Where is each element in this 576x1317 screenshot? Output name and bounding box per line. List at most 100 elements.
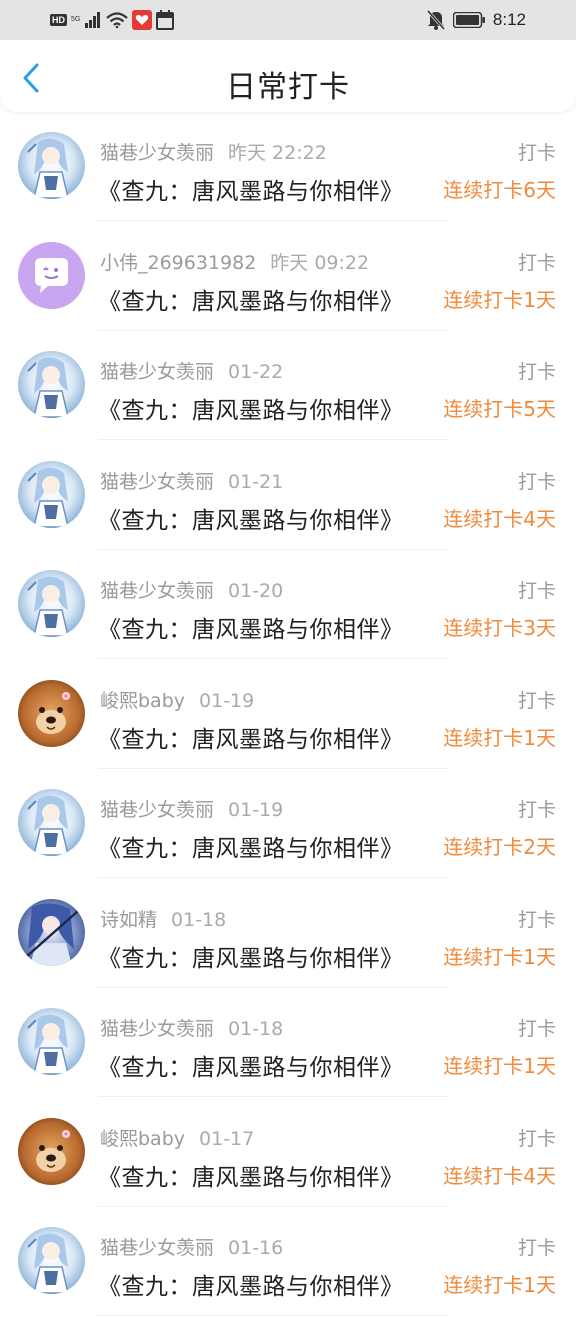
username[interactable]: 峻熙baby (100, 1128, 185, 1150)
avatar[interactable] (18, 789, 85, 856)
user-meta: 猫巷少女羡丽 01-20 (100, 576, 283, 603)
user-meta: 峻熙baby 01-17 (100, 1124, 254, 1151)
username[interactable]: 猫巷少女羡丽 (100, 1237, 214, 1259)
avatar[interactable] (18, 679, 85, 747)
book-title[interactable]: 《查九：唐风墨路与你相伴》 (98, 720, 404, 754)
checkin-row[interactable]: 小伟_269631982 昨天 09:22 打卡 《查九：唐风墨路与你相伴》 连续打卡1… (0, 222, 576, 332)
user-meta: 猫巷少女羡丽 01-22 (100, 357, 283, 384)
checkin-row[interactable]: 峻熙baby 01-17 打卡《查九：唐风墨路与你相伴》 连续打卡4天 (0, 1098, 576, 1208)
streak-count: 连续打卡6天 (443, 178, 556, 202)
checkin-tag: 打卡 (517, 361, 556, 383)
book-title[interactable]: 《查九：唐风墨路与你相伴》 (98, 610, 404, 644)
checkin-row[interactable]: 峻熙baby 01-19 打卡《查九：唐风墨路与你相伴》 连续打卡1天 (0, 660, 576, 770)
avatar[interactable] (18, 351, 85, 418)
checkin-row[interactable]: 猫巷少女羡丽 01-18 打卡《查九：唐风墨路与你相伴》 连续打卡1天 (0, 988, 576, 1098)
book-title[interactable]: 《查九：唐风墨路与你相伴》 (98, 939, 404, 973)
avatar[interactable] (18, 1008, 85, 1075)
user-meta: 猫巷少女羡丽 01-16 (100, 1233, 283, 1260)
book-title[interactable]: 《查九：唐风墨路与你相伴》 (98, 1048, 404, 1082)
checkin-tag: 打卡 (517, 580, 556, 602)
checkin-tag: 打卡 (517, 799, 556, 821)
checkin-row[interactable]: 猫巷少女羡丽 01-22 打卡《查九：唐风墨路与你相伴》 连续打卡5天 (0, 331, 576, 441)
post-date: 昨天 22:22 (228, 142, 327, 164)
checkin-row[interactable]: 猫巷少女羡丽 昨天 22:22 打卡《查九：唐风墨路与你相伴》 连续打卡6天 (0, 112, 576, 222)
user-meta: 诗如精 01-18 (100, 905, 226, 932)
avatar[interactable] (18, 132, 85, 199)
post-date: 01-18 (171, 908, 227, 931)
username[interactable]: 小伟_269631982 (100, 252, 256, 274)
avatar[interactable] (18, 570, 85, 637)
avatar[interactable] (18, 1117, 85, 1185)
post-date: 01-20 (228, 580, 284, 602)
username[interactable]: 猫巷少女羡丽 (100, 142, 214, 164)
post-date: 01-19 (228, 799, 284, 821)
page-header: 日常打卡 (0, 40, 576, 112)
book-title[interactable]: 《查九：唐风墨路与你相伴》 (98, 829, 404, 863)
checkin-row[interactable]: 猫巷少女羡丽 01-16 打卡《查九：唐风墨路与你相伴》 连续打卡1天 (0, 1207, 576, 1317)
checkin-tag: 打卡 (517, 142, 556, 164)
avatar[interactable] (18, 1227, 85, 1294)
checkin-tag: 打卡 (517, 1127, 556, 1150)
user-meta: 峻熙baby 01-19 (100, 686, 254, 713)
streak-count: 连续打卡5天 (443, 397, 556, 421)
user-meta: 猫巷少女羡丽 昨天 22:22 (100, 138, 327, 165)
checkin-tag: 打卡 (517, 1018, 556, 1040)
username[interactable]: 猫巷少女羡丽 (100, 580, 214, 602)
username[interactable]: 猫巷少女羡丽 (100, 471, 214, 493)
checkin-row[interactable]: 猫巷少女羡丽 01-19 打卡《查九：唐风墨路与你相伴》 连续打卡2天 (0, 769, 576, 879)
streak-count: 连续打卡3天 (443, 616, 556, 640)
streak-count: 连续打卡4天 (443, 1163, 556, 1188)
bell-muted-icon (426, 10, 445, 30)
avatar[interactable] (18, 898, 85, 966)
username[interactable]: 猫巷少女羡丽 (100, 361, 214, 383)
username[interactable]: 峻熙baby (100, 690, 185, 712)
app-notify-icon (132, 10, 153, 30)
status-left: HD 5G (50, 9, 175, 31)
checkin-tag: 打卡 (517, 470, 556, 493)
status-bar: HD 5G 8:12 (0, 0, 576, 40)
user-meta: 猫巷少女羡丽 01-18 (100, 1014, 283, 1041)
user-meta: 猫巷少女羡丽 01-21 (100, 467, 283, 494)
post-date: 01-19 (199, 689, 255, 712)
status-right: 8:12 (426, 9, 526, 31)
checkin-tag: 打卡 (517, 1237, 556, 1259)
post-date: 01-18 (228, 1018, 284, 1040)
checkin-tag: 打卡 (517, 908, 556, 931)
book-title[interactable]: 《查九：唐风墨路与你相伴》 (98, 1158, 404, 1192)
streak-count: 连续打卡1天 (443, 1054, 556, 1078)
checkin-tag: 打卡 (517, 689, 556, 712)
network-type-label: 5G (71, 16, 81, 23)
streak-count: 连续打卡1天 (443, 725, 556, 750)
user-meta: 猫巷少女羡丽 01-19 (100, 795, 283, 822)
username[interactable]: 诗如精 (100, 909, 157, 931)
streak-count: 连续打卡1天 (443, 944, 556, 969)
checkin-row[interactable]: 诗如精 01-18 打卡《查九：唐风墨路与你相伴》 连续打卡1天 (0, 879, 576, 989)
hd-icon: HD (50, 14, 67, 26)
username[interactable]: 猫巷少女羡丽 (100, 799, 214, 821)
checkin-row[interactable]: 猫巷少女羡丽 01-20 打卡《查九：唐风墨路与你相伴》 连续打卡3天 (0, 550, 576, 660)
avatar[interactable] (18, 241, 85, 309)
signal-bars-icon (85, 12, 101, 28)
post-date: 01-16 (228, 1237, 284, 1259)
book-title[interactable]: 《查九：唐风墨路与你相伴》 (98, 501, 404, 535)
wifi-icon (106, 12, 129, 28)
checkin-row[interactable]: 猫巷少女羡丽 01-21 打卡 《查九：唐风墨路与你相伴》 连续打卡4天 (0, 441, 576, 551)
avatar[interactable] (18, 460, 85, 528)
book-title[interactable]: 《查九：唐风墨路与你相伴》 (98, 172, 404, 206)
book-title[interactable]: 《查九：唐风墨路与你相伴》 (98, 282, 404, 316)
checkin-feed: 猫巷少女羡丽 昨天 22:22 打卡 《查九：唐风墨路与你相伴》 连续打卡6天 小伟_26… (0, 112, 576, 1317)
streak-count: 连续打卡1天 (443, 287, 556, 312)
user-meta: 小伟_269631982 昨天 09:22 (100, 248, 369, 275)
divider (98, 1315, 448, 1316)
post-date: 01-21 (228, 470, 284, 493)
book-title[interactable]: 《查九：唐风墨路与你相伴》 (98, 1267, 404, 1301)
post-date: 01-22 (228, 361, 284, 383)
book-title[interactable]: 《查九：唐风墨路与你相伴》 (98, 391, 404, 425)
post-date: 01-17 (199, 1127, 255, 1150)
clock: 8:12 (492, 10, 526, 29)
battery-icon (452, 12, 485, 28)
streak-count: 连续打卡1天 (443, 1273, 556, 1297)
username[interactable]: 猫巷少女羡丽 (100, 1018, 214, 1040)
streak-count: 连续打卡2天 (443, 835, 556, 859)
calendar-icon (156, 10, 175, 30)
